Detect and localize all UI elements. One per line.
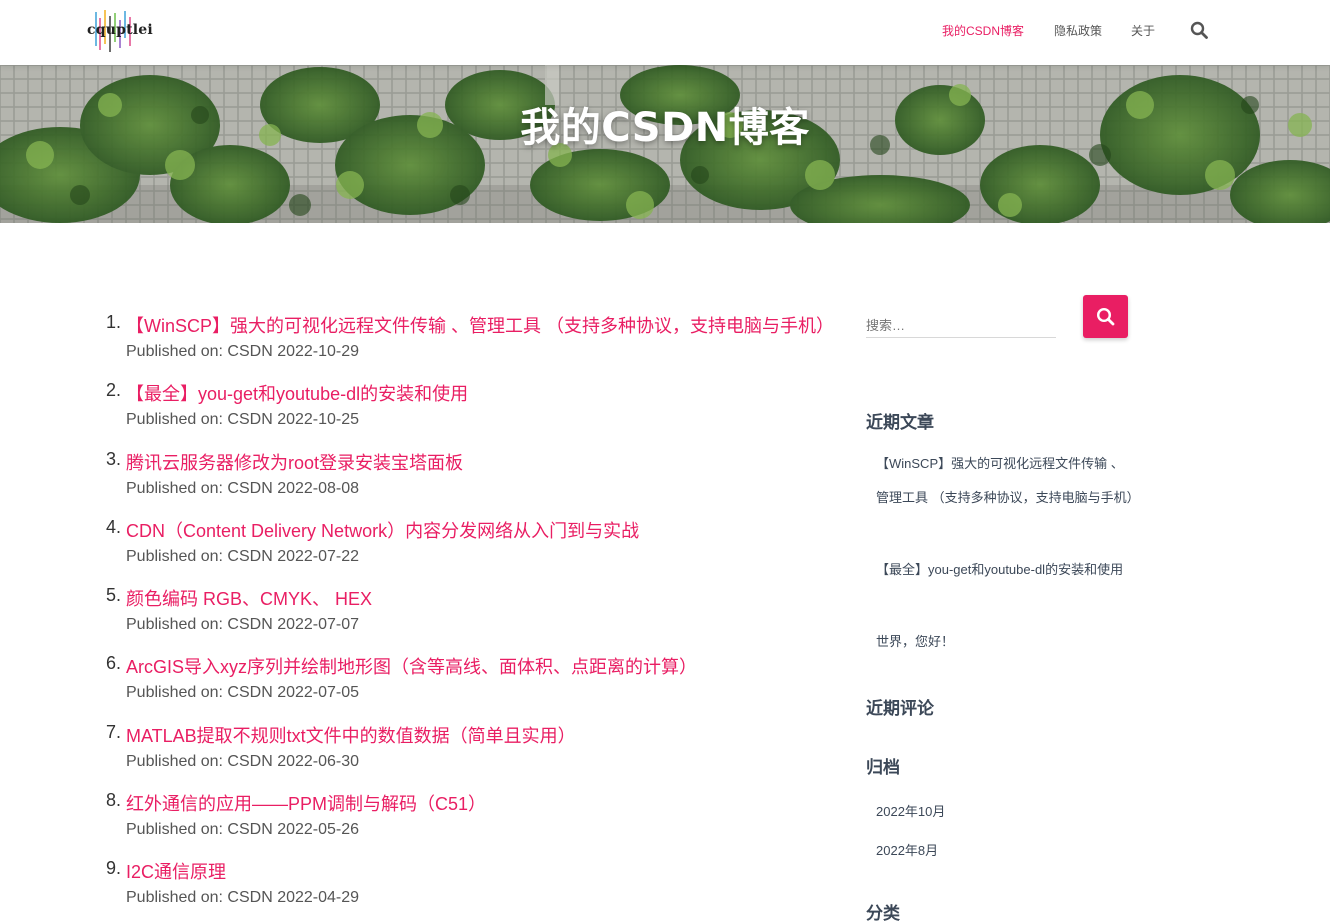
hero-banner: 我的CSDN博客 [0, 65, 1330, 223]
archive-link[interactable]: 2022年10月 [876, 801, 945, 820]
site-logo[interactable]: cquptlei [86, 8, 153, 54]
list-item: 4. CDN（Content Delivery Network）内容分发网络从入… [100, 513, 840, 581]
list-item: 2. 【最全】you-get和youtube-dl的安装和使用 Publishe… [100, 376, 840, 444]
search-input[interactable] [866, 308, 1056, 338]
post-title-link[interactable]: MATLAB提取不规则txt文件中的数值数据（简单且实用） [126, 722, 576, 748]
top-navbar: cquptlei 我的CSDN博客 隐私政策 关于 [0, 0, 1330, 65]
post-meta: Published on: CSDN 2022-05-26 [126, 821, 360, 839]
post-title-link[interactable]: 颜色编码 RGB、CMYK、 HEX [126, 585, 372, 611]
list-number: 2. [106, 380, 122, 401]
recent-post-link[interactable]: 【最全】you-get和youtube-dl的安装和使用 [876, 553, 1136, 587]
archive-link[interactable]: 2022年8月 [876, 840, 938, 859]
list-number: 4. [106, 516, 122, 537]
post-meta: Published on: CSDN 2022-10-25 [126, 411, 360, 429]
list-item: 9. I2C通信原理 Published on: CSDN 2022-04-29 [100, 854, 840, 922]
post-meta: Published on: CSDN 2022-07-07 [126, 616, 360, 634]
list-item: 7. MATLAB提取不规则txt文件中的数值数据（简单且实用） Publish… [100, 718, 840, 786]
post-meta: Published on: CSDN 2022-04-29 [126, 889, 360, 907]
list-item: 3. 腾讯云服务器修改为root登录安装宝塔面板 Published on: C… [100, 445, 840, 513]
list-item: 5. 颜色编码 RGB、CMYK、 HEX Published on: CSDN… [100, 581, 840, 649]
list-item: 8. 红外通信的应用——PPM调制与解码（C51） Published on: … [100, 786, 840, 854]
list-number: 3. [106, 448, 122, 469]
post-meta: Published on: CSDN 2022-08-08 [126, 479, 360, 497]
search-icon[interactable] [1190, 21, 1208, 39]
logo-text: cquptlei [87, 22, 153, 38]
archives-heading: 归档 [866, 758, 900, 778]
post-meta: Published on: CSDN 2022-07-22 [126, 547, 360, 565]
list-number: 5. [106, 585, 122, 606]
list-number: 1. [106, 312, 122, 332]
post-meta: Published on: CSDN 2022-06-30 [126, 752, 360, 770]
recent-posts-heading: 近期文章 [866, 413, 934, 433]
recent-comments-heading: 近期评论 [866, 699, 934, 719]
search-button[interactable] [1083, 295, 1128, 338]
page-title: 我的CSDN博客 [520, 105, 810, 151]
search-icon [1096, 307, 1115, 326]
categories-heading: 分类 [866, 904, 900, 924]
post-title-link[interactable]: ArcGIS导入xyz序列并绘制地形图（含等高线、面体积、点距离的计算） [126, 653, 697, 679]
list-number: 9. [106, 858, 122, 879]
post-title-link[interactable]: 【最全】you-get和youtube-dl的安装和使用 [126, 380, 468, 406]
post-title-link[interactable]: 【WinSCP】强大的可视化远程文件传输 、管理工具 （支持多种协议，支持电脑与… [126, 312, 834, 338]
post-title-link[interactable]: 腾讯云服务器修改为root登录安装宝塔面板 [126, 449, 463, 475]
post-title-link[interactable]: I2C通信原理 [126, 858, 226, 884]
nav-item-csdn-blog[interactable]: 我的CSDN博客 [942, 22, 1024, 39]
post-list: 1. 【WinSCP】强大的可视化远程文件传输 、管理工具 （支持多种协议，支持… [100, 308, 840, 923]
post-title-link[interactable]: 红外通信的应用——PPM调制与解码（C51） [126, 790, 486, 816]
post-meta: Published on: CSDN 2022-07-05 [126, 684, 360, 702]
recent-post-link[interactable]: 世界，您好！ [876, 625, 1136, 659]
list-number: 6. [106, 653, 122, 674]
list-number: 8. [106, 790, 122, 811]
list-item: 6. ArcGIS导入xyz序列并绘制地形图（含等高线、面体积、点距离的计算） … [100, 649, 840, 717]
post-title-link[interactable]: CDN（Content Delivery Network）内容分发网络从入门到与… [126, 517, 639, 543]
list-number: 7. [106, 721, 122, 742]
post-meta: Published on: CSDN 2022-10-29 [126, 343, 360, 360]
nav-item-about[interactable]: 关于 [1131, 22, 1155, 39]
list-item: 1. 【WinSCP】强大的可视化远程文件传输 、管理工具 （支持多种协议，支持… [100, 308, 840, 376]
nav-item-privacy-policy[interactable]: 隐私政策 [1054, 22, 1102, 39]
recent-post-link[interactable]: 【WinSCP】强大的可视化远程文件传输 、管理工具 （支持多种协议，支持电脑与… [876, 447, 1140, 515]
